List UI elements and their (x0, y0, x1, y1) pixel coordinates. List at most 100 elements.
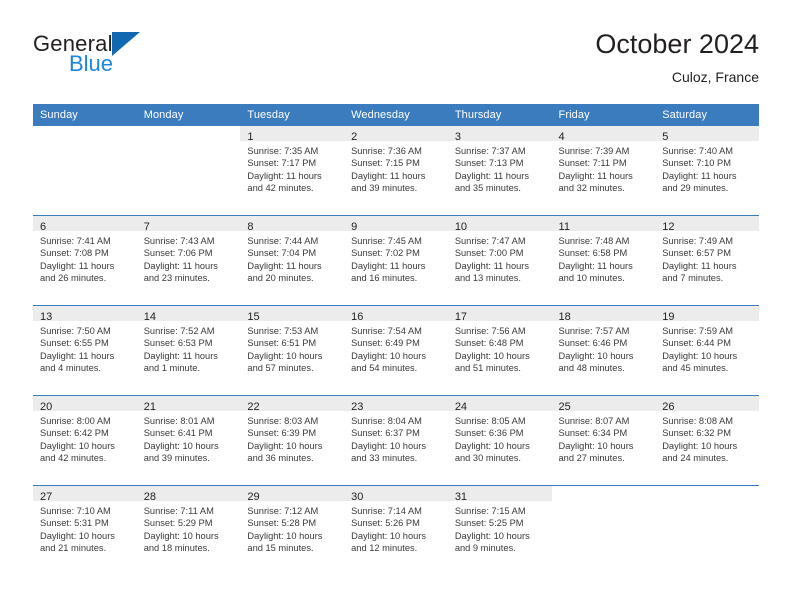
day-number: 28 (143, 491, 156, 503)
calendar-day-cell[interactable]: 19 Sunrise: 7:59 AM Sunset: 6:44 PM Dayligh… (655, 305, 759, 396)
calendar-day-cell[interactable]: 22 Sunrise: 8:03 AM Sunset: 6:39 PM Dayligh… (240, 395, 345, 486)
sunrise-time: Sunrise: 7:41 AM (40, 236, 111, 246)
calendar-day-cell[interactable]: 13 Sunrise: 7:50 AM Sunset: 6:55 PM Dayligh… (33, 305, 137, 396)
daylight-duration-line2: and 4 minutes. (40, 362, 101, 373)
sunrise-time: Sunrise: 7:56 AM (454, 326, 526, 336)
day-cell-content: 31 Sunrise: 7:15 AM Sunset: 5:25 PM Dayligh… (447, 486, 552, 575)
calendar-day-cell[interactable]: 16 Sunrise: 7:54 AM Sunset: 6:49 PM Dayligh… (344, 305, 448, 396)
weekday-header-wednesday: Wednesday (344, 104, 448, 126)
sunrise-time: Sunrise: 7:45 AM (351, 236, 422, 246)
calendar-day-cell[interactable]: 29 Sunrise: 7:12 AM Sunset: 5:28 PM Dayligh… (240, 485, 345, 575)
calendar-day-cell[interactable]: 2 Sunrise: 7:36 AM Sunset: 7:15 PM Daylight… (344, 126, 448, 216)
day-number: 4 (558, 131, 565, 143)
calendar-day-cell (551, 485, 656, 575)
daylight-duration-line1: Daylight: 11 hours (40, 350, 115, 361)
day-number-band: 3 (447, 126, 552, 143)
calendar-day-cell[interactable]: 21 Sunrise: 8:01 AM Sunset: 6:41 PM Dayligh… (136, 395, 241, 486)
day-number-band: 5 (655, 126, 759, 143)
day-details: Sunrise: 7:15 AM Sunset: 5:25 PM Daylight:… (448, 501, 552, 554)
calendar-day-cell[interactable]: 3 Sunrise: 7:37 AM Sunset: 7:13 PM Daylight… (447, 126, 552, 216)
sunrise-time: Sunrise: 7:53 AM (247, 326, 319, 336)
calendar-day-cell[interactable]: 10 Sunrise: 7:47 AM Sunset: 7:00 PM Dayligh… (447, 215, 552, 306)
day-number: 11 (558, 221, 570, 233)
day-details: Sunrise: 7:54 AM Sunset: 6:49 PM Daylight:… (344, 321, 448, 374)
day-cell-content: 9 Sunrise: 7:45 AM Sunset: 7:02 PM Daylight… (344, 216, 448, 305)
day-cell-content: 26 Sunrise: 8:08 AM Sunset: 6:32 PM Dayligh… (655, 396, 759, 485)
day-number-band (33, 126, 137, 141)
sunrise-time: Sunrise: 7:57 AM (558, 326, 630, 336)
day-details: Sunrise: 7:56 AM Sunset: 6:48 PM Daylight:… (448, 321, 552, 374)
daylight-duration-line1: Daylight: 10 hours (247, 350, 323, 361)
daylight-duration-line2: and 23 minutes. (143, 272, 210, 283)
sunrise-time: Sunrise: 7:49 AM (662, 236, 734, 246)
calendar-day-cell[interactable]: 17 Sunrise: 7:56 AM Sunset: 6:48 PM Dayligh… (447, 305, 552, 396)
day-number-band: 10 (447, 216, 552, 233)
calendar-day-cell[interactable]: 1 Sunrise: 7:35 AM Sunset: 7:17 PM Daylight… (240, 126, 345, 216)
calendar-day-cell[interactable]: 4 Sunrise: 7:39 AM Sunset: 7:11 PM Daylight… (551, 126, 656, 216)
sunset-time: Sunset: 5:26 PM (351, 518, 420, 529)
day-number: 1 (247, 131, 254, 143)
daylight-duration-line2: and 30 minutes. (454, 452, 521, 463)
calendar-day-cell[interactable]: 7 Sunrise: 7:43 AM Sunset: 7:06 PM Daylight… (136, 215, 241, 306)
sunrise-time: Sunrise: 7:43 AM (143, 236, 215, 246)
sunset-time: Sunset: 6:48 PM (454, 338, 524, 349)
daylight-duration-line2: and 20 minutes. (247, 272, 314, 283)
calendar-day-cell[interactable]: 26 Sunrise: 8:08 AM Sunset: 6:32 PM Dayligh… (655, 395, 759, 486)
day-cell-content: 21 Sunrise: 8:01 AM Sunset: 6:41 PM Dayligh… (136, 396, 241, 485)
calendar-day-cell[interactable]: 24 Sunrise: 8:05 AM Sunset: 6:36 PM Dayligh… (447, 395, 552, 486)
calendar-day-cell[interactable]: 25 Sunrise: 8:07 AM Sunset: 6:34 PM Dayligh… (551, 395, 656, 486)
calendar-day-cell[interactable]: 27 Sunrise: 7:10 AM Sunset: 5:31 PM Dayligh… (33, 485, 137, 575)
calendar-day-cell[interactable]: 9 Sunrise: 7:45 AM Sunset: 7:02 PM Daylight… (344, 215, 448, 306)
calendar-day-cell[interactable]: 30 Sunrise: 7:14 AM Sunset: 5:26 PM Dayligh… (344, 485, 448, 575)
day-cell-content: 13 Sunrise: 7:50 AM Sunset: 6:55 PM Dayligh… (33, 306, 137, 395)
day-details: Sunrise: 7:39 AM Sunset: 7:11 PM Daylight:… (552, 141, 656, 194)
daylight-duration-line2: and 39 minutes. (351, 182, 418, 193)
daylight-duration-line2: and 18 minutes. (143, 542, 210, 553)
day-number: 16 (351, 311, 364, 323)
page-title: October 2024 (595, 29, 759, 59)
daylight-duration-line2: and 21 minutes. (40, 542, 107, 553)
calendar-day-cell[interactable]: 28 Sunrise: 7:11 AM Sunset: 5:29 PM Dayligh… (136, 485, 241, 575)
calendar-day-cell[interactable]: 11 Sunrise: 7:48 AM Sunset: 6:58 PM Dayligh… (551, 215, 656, 306)
daylight-duration-line1: Daylight: 10 hours (247, 530, 323, 541)
day-number-band: 21 (136, 396, 241, 413)
calendar-day-cell[interactable]: 5 Sunrise: 7:40 AM Sunset: 7:10 PM Daylight… (655, 126, 759, 216)
day-number: 9 (351, 221, 358, 233)
calendar-day-cell[interactable]: 14 Sunrise: 7:52 AM Sunset: 6:53 PM Dayligh… (136, 305, 241, 396)
day-number-band: 17 (447, 306, 552, 323)
daylight-duration-line1: Daylight: 11 hours (247, 170, 322, 181)
day-number: 24 (454, 401, 468, 413)
day-cell-content: 16 Sunrise: 7:54 AM Sunset: 6:49 PM Dayligh… (344, 306, 448, 395)
day-details: Sunrise: 7:48 AM Sunset: 6:58 PM Daylight:… (552, 231, 656, 284)
sunrise-time: Sunrise: 8:07 AM (558, 416, 630, 426)
calendar-day-cell[interactable]: 15 Sunrise: 7:53 AM Sunset: 6:51 PM Dayligh… (240, 305, 345, 396)
sunset-time: Sunset: 6:53 PM (143, 338, 213, 349)
daylight-duration-line1: Daylight: 11 hours (351, 260, 426, 271)
day-number-band: 12 (655, 216, 759, 233)
sunset-time: Sunset: 6:39 PM (247, 428, 317, 439)
daylight-duration-line2: and 26 minutes. (40, 272, 107, 283)
calendar-day-cell[interactable]: 6 Sunrise: 7:41 AM Sunset: 7:08 PM Daylight… (33, 215, 137, 306)
calendar-day-cell[interactable]: 20 Sunrise: 8:00 AM Sunset: 6:42 PM Dayligh… (33, 395, 137, 486)
sunrise-time: Sunrise: 7:12 AM (247, 506, 319, 516)
brand-logo[interactable]: General Blue (33, 32, 253, 88)
calendar-day-cell[interactable]: 8 Sunrise: 7:44 AM Sunset: 7:04 PM Daylight… (240, 215, 345, 306)
day-number: 13 (40, 311, 53, 323)
sunset-time: Sunset: 5:28 PM (247, 518, 317, 529)
day-number: 27 (40, 491, 53, 503)
sunset-time: Sunset: 6:58 PM (558, 248, 628, 259)
day-details: Sunrise: 8:07 AM Sunset: 6:34 PM Daylight:… (552, 411, 656, 464)
day-number: 5 (662, 131, 669, 143)
calendar-day-cell[interactable]: 18 Sunrise: 7:57 AM Sunset: 6:46 PM Dayligh… (551, 305, 656, 396)
calendar-day-cell[interactable]: 23 Sunrise: 8:04 AM Sunset: 6:37 PM Dayligh… (344, 395, 448, 486)
day-details: Sunrise: 7:43 AM Sunset: 7:06 PM Daylight:… (137, 231, 241, 284)
day-number-band: 26 (655, 396, 759, 413)
day-number: 19 (662, 311, 675, 323)
sunrise-time: Sunrise: 8:01 AM (143, 416, 215, 426)
day-cell-content: 29 Sunrise: 7:12 AM Sunset: 5:28 PM Dayligh… (240, 486, 345, 575)
sunrise-time: Sunrise: 7:52 AM (143, 326, 215, 336)
calendar-day-cell[interactable]: 31 Sunrise: 7:15 AM Sunset: 5:25 PM Dayligh… (447, 485, 552, 575)
calendar-day-cell[interactable]: 12 Sunrise: 7:49 AM Sunset: 6:57 PM Dayligh… (655, 215, 759, 306)
day-cell-content: 30 Sunrise: 7:14 AM Sunset: 5:26 PM Dayligh… (344, 486, 448, 575)
day-number: 30 (351, 491, 364, 503)
